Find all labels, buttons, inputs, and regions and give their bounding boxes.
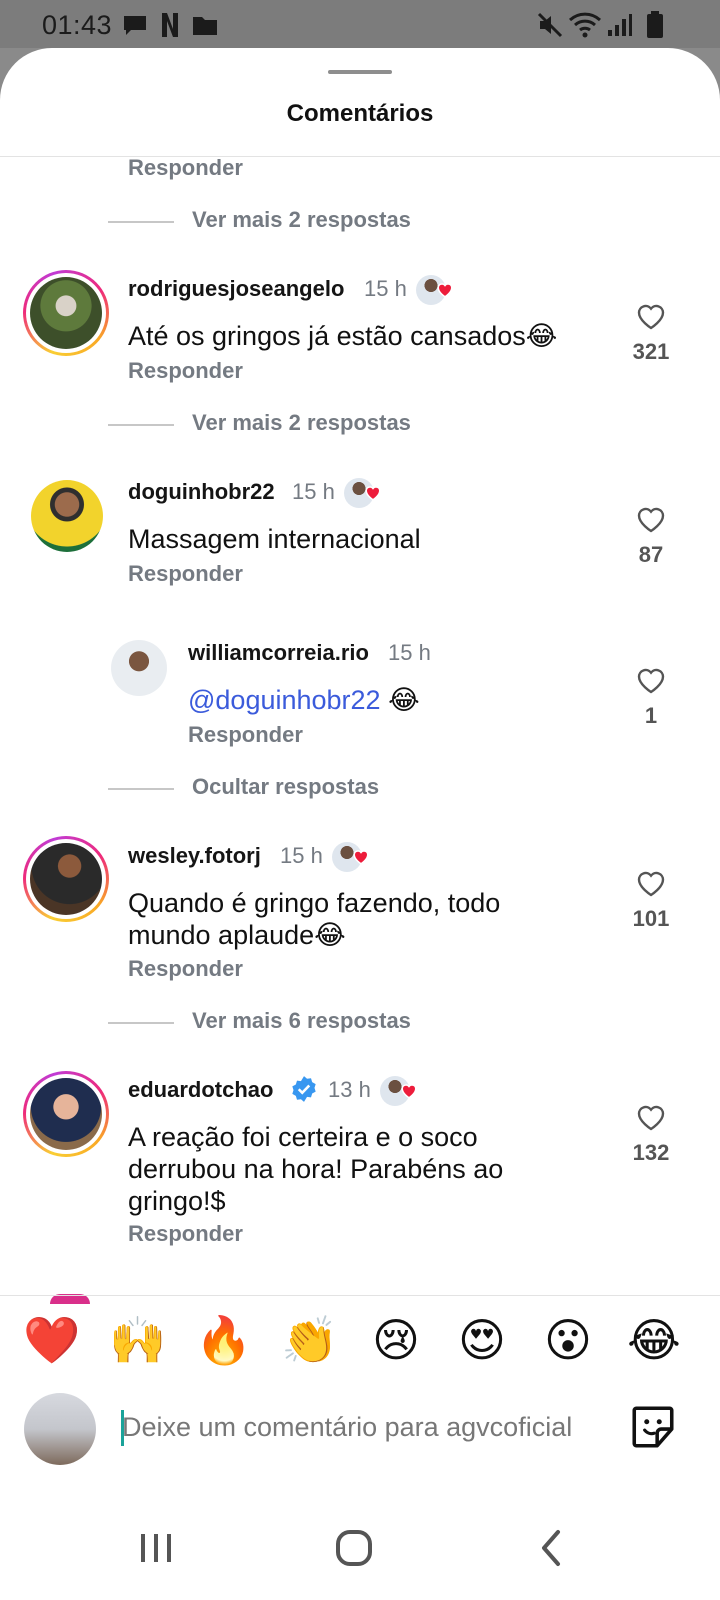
like-button[interactable]: 1 (621, 665, 681, 729)
emoji-raised-hands[interactable]: 🙌 (108, 1310, 168, 1370)
status-bar: 01:43 (0, 0, 720, 48)
back-icon[interactable] (522, 1518, 582, 1578)
comment-time: 15 h (364, 276, 407, 301)
comment-text-line: A reação foi certeira e o soco (128, 1122, 478, 1152)
comment-time: 15 h (280, 843, 323, 868)
signal-icon (608, 14, 632, 36)
comment-text-line: derrubou na hora! Parabéns ao (128, 1154, 504, 1184)
divider (0, 1295, 720, 1296)
emoji-fire[interactable]: 🔥 (194, 1310, 254, 1370)
hide-replies-label[interactable]: Ocultar respostas (192, 774, 379, 800)
like-count: 1 (644, 703, 658, 728)
verified-badge-icon (292, 1076, 316, 1102)
comment-time: 15 h (292, 479, 335, 504)
message-icon (124, 16, 146, 35)
comment-text: Até os gringos já estão cansados😂 (128, 321, 558, 351)
emoji-clap[interactable]: 👏 (280, 1310, 340, 1370)
comments-sheet: Comentários Responder Ver mais 2 respost… (0, 48, 720, 1600)
folder-icon (193, 17, 217, 35)
creator-liked-badge (332, 842, 369, 876)
comment-username[interactable]: wesley.fotorj (128, 843, 261, 869)
like-count: 87 (638, 542, 664, 567)
reply-button[interactable]: Responder (128, 157, 243, 181)
emoji-laughing[interactable]: 😂 (624, 1310, 684, 1370)
wifi-icon (568, 12, 602, 38)
heart-icon (353, 850, 369, 865)
comment-text: A reação foi certeira e o soco derrubou … (128, 1121, 503, 1217)
emoji-heart-eyes[interactable]: 😍 (452, 1310, 512, 1370)
drag-handle[interactable] (328, 70, 392, 74)
reply-button[interactable]: Responder (128, 561, 243, 587)
emoji-surprised[interactable]: 😮 (538, 1310, 598, 1370)
comment-username[interactable]: doguinhobr22 (128, 479, 275, 505)
comment-username[interactable]: eduardotchao (128, 1077, 273, 1103)
comment-text-line: Quando é gringo fazendo, todo (128, 888, 501, 918)
comment-text-rest: 😂 (380, 685, 420, 715)
sheet-title: Comentários (286, 100, 434, 127)
mention-link[interactable]: @doguinhobr22 (188, 685, 381, 715)
avatar[interactable] (31, 480, 103, 552)
like-button[interactable]: 132 (621, 1102, 681, 1166)
like-count: 101 (632, 906, 670, 931)
sticker-icon[interactable] (628, 1402, 678, 1452)
view-more-replies-label[interactable]: Ver mais 2 respostas (192, 207, 411, 233)
reply-button[interactable]: Responder (128, 1221, 243, 1247)
comment-time: 15 h (388, 640, 431, 665)
creator-liked-badge (416, 275, 453, 309)
comment-composer (0, 1388, 720, 1468)
view-more-replies-label[interactable]: Ver mais 2 respostas (192, 410, 411, 436)
system-navigation-bar (0, 1488, 720, 1600)
netflix-icon (162, 13, 178, 37)
heart-icon (365, 486, 381, 501)
comment-text: Massagem internacional (128, 524, 421, 554)
home-icon[interactable] (324, 1518, 384, 1578)
text-cursor (121, 1410, 124, 1446)
creator-liked-badge (344, 478, 381, 512)
like-button[interactable]: 87 (621, 504, 681, 568)
comment-text-line: mundo aplaude😂 (128, 920, 346, 950)
thread-line (108, 221, 174, 223)
reply-button[interactable]: Responder (128, 956, 243, 982)
reply-button[interactable]: Responder (188, 722, 303, 748)
comment-text-line: gringo!$ (128, 1186, 226, 1216)
like-count: 321 (632, 339, 670, 364)
heart-outline-icon[interactable] (635, 301, 667, 331)
recent-apps-icon[interactable] (126, 1518, 186, 1578)
thread-line (108, 1022, 174, 1024)
comment-username[interactable]: rodriguesjoseangelo (128, 276, 344, 302)
status-time: 01:43 (42, 10, 113, 40)
comment-list[interactable]: Responder Ver mais 2 respostas rodrigues… (0, 157, 720, 1347)
like-count: 132 (632, 1140, 670, 1165)
comment-text: @doguinhobr22 😂 (188, 684, 420, 716)
creator-liked-badge (380, 1076, 417, 1110)
comment-text: Quando é gringo fazendo, todo mundo apla… (128, 887, 500, 951)
avatar[interactable] (23, 270, 109, 356)
thread-line (108, 424, 174, 426)
heart-outline-icon[interactable] (635, 1102, 667, 1132)
heart-icon (437, 283, 453, 298)
emoji-crying[interactable]: 😢 (366, 1310, 426, 1370)
battery-icon (647, 11, 663, 38)
heart-outline-icon[interactable] (635, 868, 667, 898)
emoji-heart[interactable]: ❤️ (22, 1310, 82, 1370)
heart-outline-icon[interactable] (635, 504, 667, 534)
view-more-replies-label[interactable]: Ver mais 6 respostas (192, 1008, 411, 1034)
comment-input[interactable] (122, 1402, 612, 1452)
avatar[interactable] (111, 640, 167, 696)
heart-icon (401, 1084, 417, 1099)
my-avatar (24, 1393, 96, 1465)
emoji-reaction-bar: ❤️ 🙌 🔥 👏 😢 😍 😮 😂 (0, 1310, 720, 1380)
heart-outline-icon[interactable] (635, 665, 667, 695)
like-button[interactable]: 101 (621, 868, 681, 932)
mute-icon (537, 12, 563, 38)
thread-line (108, 788, 174, 790)
reply-button[interactable]: Responder (128, 358, 243, 384)
comment-username[interactable]: williamcorreia.rio (188, 640, 369, 666)
like-button[interactable]: 321 (621, 301, 681, 365)
comment-time: 13 h (328, 1077, 371, 1102)
avatar[interactable] (23, 1071, 109, 1157)
avatar[interactable] (23, 836, 109, 922)
